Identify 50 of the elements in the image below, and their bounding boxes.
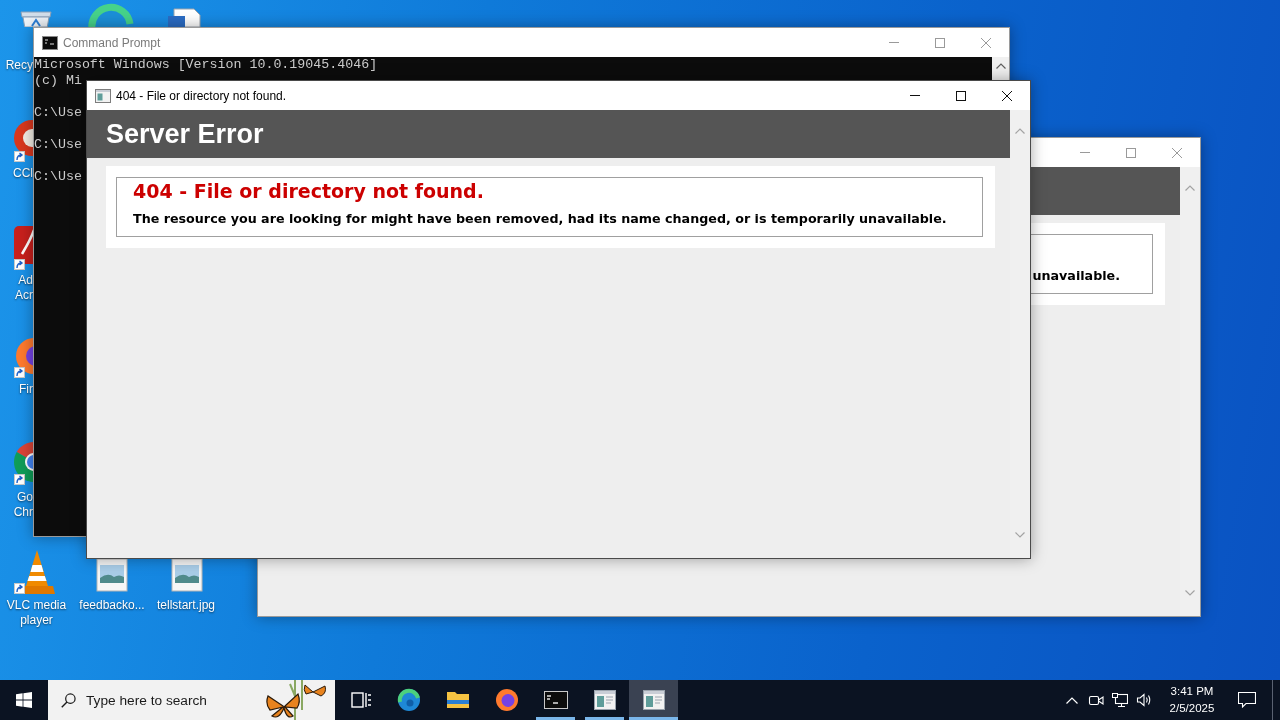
scroll-up-icon[interactable] <box>995 63 1006 69</box>
desktop-icon-label[interactable]: Ad Acr <box>15 273 33 303</box>
minimize-icon <box>1080 152 1090 153</box>
globe-icon <box>494 688 519 712</box>
image-file-icon[interactable] <box>96 558 128 592</box>
volume-icon[interactable] <box>1136 692 1152 708</box>
close-icon <box>1002 90 1012 101</box>
desktop-icon-label[interactable]: feedbacko... <box>74 598 150 613</box>
window-title: 404 - File or directory not found. <box>116 88 287 103</box>
console-line: C:\Use <box>34 169 82 185</box>
speech-bubble-icon <box>1238 692 1256 708</box>
console-line: C:\Use <box>34 137 82 153</box>
terminal-icon <box>543 688 568 712</box>
taskbar-button[interactable] <box>629 680 678 720</box>
window-title: Command Prompt <box>63 35 161 50</box>
desktop-icon-label[interactable]: Go Chr <box>13 490 33 520</box>
search-icon <box>61 692 76 708</box>
desktop-icon-label[interactable]: Recy <box>5 58 33 73</box>
console-line: (c) Mi <box>34 73 82 89</box>
close-icon <box>981 37 991 48</box>
desktop-icon-label[interactable]: VLC media player <box>0 598 73 628</box>
pdf-icon[interactable] <box>12 224 33 270</box>
console-line: C:\Use <box>34 105 82 121</box>
desktop-icon-label[interactable]: tellstart.jpg <box>148 598 224 613</box>
minimize-icon <box>889 42 899 43</box>
terminal-icon <box>42 34 58 51</box>
window-icon <box>95 87 111 104</box>
swirl-icon <box>396 688 421 712</box>
close-icon <box>1172 147 1182 158</box>
error-heading: 404 - File or directory not found. <box>133 180 484 202</box>
clock[interactable]: 3:41 PM 2/5/2025 <box>1162 680 1222 720</box>
error-message: unavailable. <box>1032 268 1120 284</box>
chevron-up-icon[interactable] <box>1066 696 1078 704</box>
search-field[interactable]: Type here to search <box>86 692 251 708</box>
minimize-icon <box>910 95 920 96</box>
window-icon <box>592 688 617 712</box>
desktop-icon-label[interactable]: Fir <box>19 382 33 397</box>
maximize-icon <box>935 37 945 48</box>
console-line: Microsoft Windows [Version 10.0.19045.4046] <box>34 57 378 73</box>
maximize-icon <box>956 90 966 101</box>
window-icon <box>641 688 666 712</box>
maximize-icon <box>1126 147 1136 158</box>
desktop-icon-label[interactable]: CCl <box>13 166 33 181</box>
page-title: Server Error <box>106 118 264 150</box>
network-icon[interactable] <box>1112 692 1128 708</box>
error-message: The resource you are looking for might have been removed, had its name changed, or is temporarily unavailable. <box>133 211 947 227</box>
image-file-icon[interactable] <box>171 558 203 592</box>
windows-logo-icon <box>16 692 32 708</box>
document-icon[interactable] <box>166 8 204 27</box>
butterfly-drawing <box>265 680 327 720</box>
